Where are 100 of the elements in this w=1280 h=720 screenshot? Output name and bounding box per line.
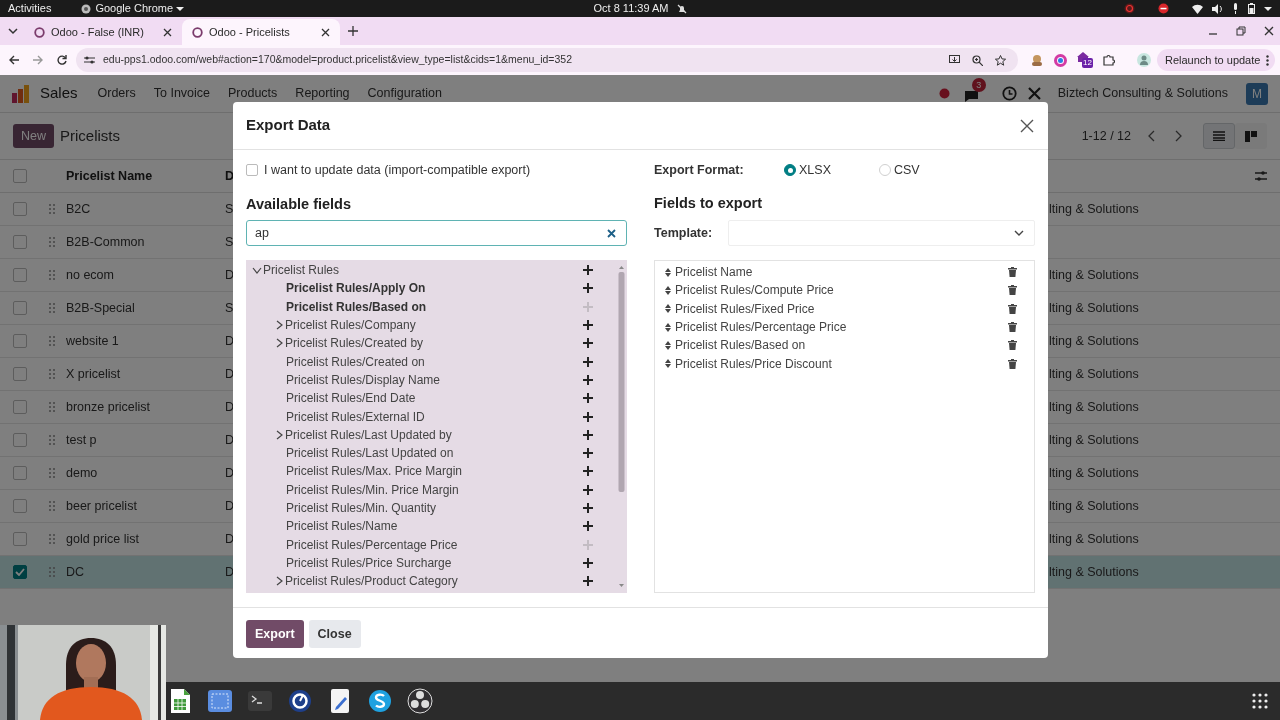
field-item[interactable]: Pricelist Rules/Display Name (286, 370, 441, 389)
close-icon[interactable] (1264, 26, 1274, 36)
row-checkbox[interactable] (13, 466, 27, 480)
sort-handle-icon[interactable] (665, 304, 671, 314)
tab-list-icon[interactable] (8, 26, 18, 36)
drag-handle-icon[interactable] (49, 534, 55, 544)
add-field-icon[interactable] (583, 356, 593, 367)
search-field[interactable]: ap (246, 220, 627, 246)
microphone-icon[interactable] (1232, 3, 1239, 14)
drag-handle-icon[interactable] (49, 336, 55, 346)
trash-icon[interactable] (1008, 285, 1017, 296)
row-checkbox[interactable] (13, 433, 27, 447)
chat-app-icon[interactable] (366, 687, 394, 715)
close-button[interactable]: Close (308, 620, 361, 648)
puzzle-icon[interactable] (1103, 54, 1115, 66)
clock-app-icon[interactable] (286, 687, 314, 715)
field-item[interactable]: Pricelist Rules/Name (286, 517, 398, 536)
field-item[interactable]: Pricelist Rules/Created by (285, 334, 424, 353)
export-field[interactable]: Pricelist Rules/Based on (675, 336, 1008, 355)
drag-handle-icon[interactable] (49, 402, 55, 412)
extension-icon[interactable] (1030, 54, 1044, 66)
export-field[interactable]: Pricelist Rules/Percentage Price (675, 318, 1008, 337)
profile-avatar-icon[interactable] (1137, 53, 1151, 67)
menu-item[interactable]: Configuration (367, 84, 442, 103)
company-name[interactable]: Biztech Consulting & Solutions (1057, 84, 1228, 103)
add-field-icon[interactable] (583, 466, 593, 477)
sort-handle-icon[interactable] (665, 359, 671, 369)
previous-icon[interactable] (1147, 130, 1155, 142)
plus-icon[interactable] (348, 26, 358, 36)
field-item[interactable]: Pricelist Rules/Company (285, 316, 416, 335)
add-field-icon[interactable] (583, 521, 593, 532)
row-checkbox[interactable] (13, 268, 27, 282)
row-checkbox[interactable] (13, 334, 27, 348)
clock-icon[interactable] (1001, 86, 1017, 101)
row-checkbox[interactable] (13, 499, 27, 513)
field-item[interactable]: Pricelist Rules/External ID (286, 407, 425, 426)
format-radio[interactable] (784, 164, 796, 176)
trash-icon[interactable] (1008, 303, 1017, 314)
site-settings-icon[interactable] (84, 55, 95, 65)
list-view-button[interactable] (1203, 123, 1235, 149)
add-field-icon[interactable] (583, 429, 593, 440)
drag-handle-icon[interactable] (49, 435, 55, 445)
close-icon[interactable] (321, 27, 330, 37)
forward-icon[interactable] (33, 55, 43, 65)
add-field-icon[interactable] (583, 503, 593, 513)
row-checkbox[interactable] (13, 532, 27, 546)
field-item[interactable]: Pricelist Rules/Min. Price Margin (286, 480, 459, 499)
menu-item[interactable]: To Invoice (153, 84, 210, 103)
add-field-icon[interactable] (583, 265, 593, 276)
menu-item[interactable]: Orders (97, 84, 136, 103)
chevron-right-icon[interactable] (274, 576, 284, 587)
row-checkbox[interactable] (13, 301, 27, 315)
address-bar[interactable]: edu-pps1.odoo.com/web#action=170&model=product.pricelist&view_type=list&cids=1&menu_id=352 (76, 48, 1018, 72)
export-button[interactable]: Export (246, 620, 304, 648)
drag-handle-icon[interactable] (49, 237, 55, 247)
select-all-checkbox[interactable] (13, 169, 27, 183)
column-header[interactable]: D (225, 166, 235, 186)
app-logo-icon[interactable] (12, 84, 30, 103)
next-icon[interactable] (1175, 130, 1183, 142)
field-item[interactable]: Pricelist Rules/Price Surcharge (286, 553, 452, 572)
trash-icon[interactable] (1008, 340, 1017, 351)
install-icon[interactable] (949, 55, 960, 65)
chevron-right-icon[interactable] (274, 429, 284, 440)
restore-icon[interactable] (1236, 26, 1246, 36)
drag-handle-icon[interactable] (49, 303, 55, 313)
sort-handle-icon[interactable] (665, 322, 671, 332)
add-field-icon[interactable] (583, 411, 593, 422)
drag-handle-icon[interactable] (49, 369, 55, 379)
field-item[interactable]: Pricelist Rules/Max. Price Margin (286, 462, 463, 481)
import-compatible-checkbox[interactable] (246, 164, 258, 176)
kanban-view-button[interactable] (1235, 123, 1267, 149)
menu-item[interactable]: Products (228, 84, 278, 103)
field-item[interactable]: Pricelist Rules/End Date (286, 389, 416, 408)
drag-handle-icon[interactable] (49, 567, 55, 577)
row-checkbox[interactable] (13, 367, 27, 381)
add-field-icon[interactable] (583, 557, 593, 568)
star-icon[interactable] (995, 54, 1006, 66)
export-field[interactable]: Pricelist Rules/Fixed Price (675, 299, 1008, 318)
field-item[interactable]: Pricelist Rules/Min. Quantity (286, 499, 437, 517)
add-field-icon[interactable] (583, 320, 593, 331)
reload-icon[interactable] (57, 55, 67, 65)
export-field[interactable]: Pricelist Name (675, 263, 1008, 282)
screenshot-app-icon[interactable] (206, 687, 234, 715)
clock-text[interactable]: Oct 8 11:39 AM (593, 0, 669, 17)
trash-icon[interactable] (1008, 358, 1017, 369)
activities-button[interactable]: Activities (8, 0, 52, 17)
clear-icon[interactable] (607, 229, 616, 238)
drag-handle-icon[interactable] (49, 501, 55, 511)
field-item[interactable]: Pricelist Rules/Last Updated on (286, 444, 454, 463)
sort-handle-icon[interactable] (665, 267, 671, 277)
tools-icon[interactable] (1026, 86, 1042, 101)
pager-text[interactable]: 1-12 / 12 (1081, 126, 1131, 146)
chevron-right-icon[interactable] (274, 338, 284, 349)
optional-columns-icon[interactable] (1255, 171, 1267, 181)
chevron-right-icon[interactable] (274, 320, 284, 331)
add-field-icon[interactable] (583, 393, 593, 404)
export-field[interactable]: Pricelist Rules/Compute Price (675, 281, 1008, 300)
close-icon[interactable] (1020, 118, 1034, 133)
recorder-app-icon[interactable] (406, 687, 434, 715)
app-menu-label[interactable]: Google Chrome (95, 0, 174, 17)
